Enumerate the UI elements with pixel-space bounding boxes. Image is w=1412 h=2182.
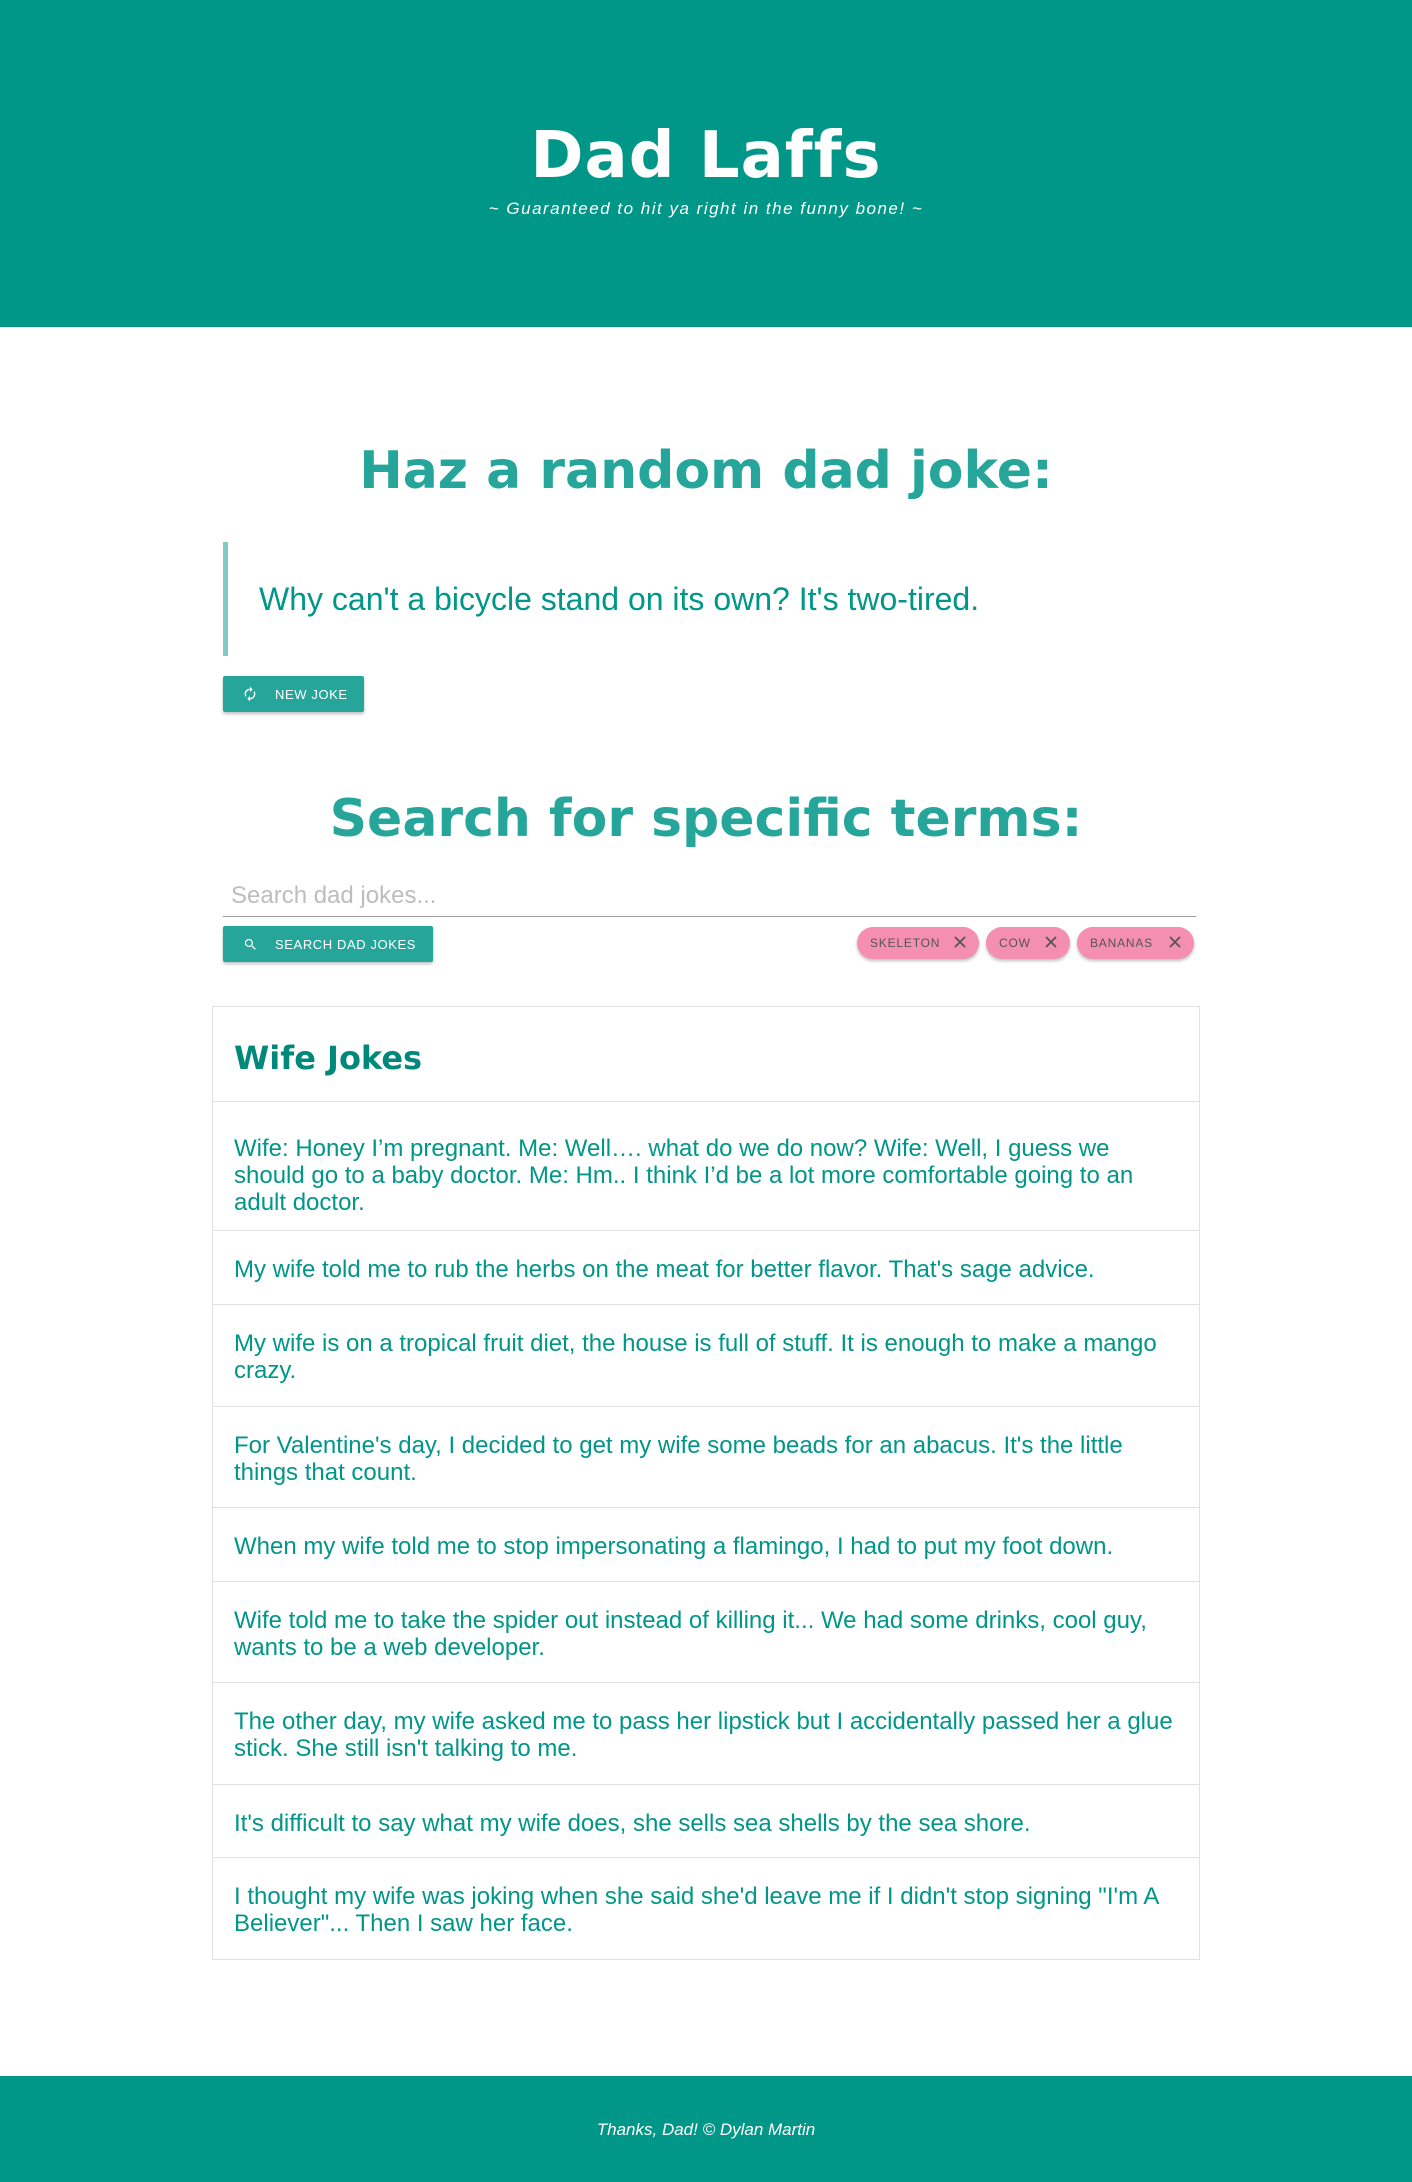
search-button-label: SEARCH DAD JOKES: [275, 936, 417, 952]
chip-cow: COW: [986, 927, 1070, 959]
results-header: Wife Jokes: [213, 1007, 1199, 1102]
close-icon[interactable]: [953, 935, 967, 949]
list-item: My wife told me to rub the herbs on the …: [213, 1231, 1199, 1305]
list-item: My wife is on a tropical fruit diet, the…: [213, 1305, 1199, 1407]
search-icon: [241, 935, 259, 953]
chip-skeleton: SKELETON: [857, 927, 979, 959]
site-header: Dad Laffs ~ Guaranteed to hit ya right i…: [0, 0, 1412, 327]
list-item: I thought my wife was joking when she sa…: [234, 1883, 1159, 1937]
new-joke-label: NEW JOKE: [275, 686, 348, 702]
new-joke-button[interactable]: NEW JOKE: [223, 676, 364, 712]
list-item: When my wife told me to stop impersonati…: [213, 1508, 1199, 1582]
site-footer: Thanks, Dad! © Dylan Martin: [0, 2076, 1412, 2182]
random-joke-quote: Why can't a bicycle stand on its own? It…: [223, 542, 1196, 656]
refresh-icon: [241, 685, 259, 703]
random-joke-heading: Haz a random dad joke:: [359, 441, 1053, 501]
list-item: The other day, my wife asked me to pass …: [213, 1683, 1199, 1785]
chip-bananas: BANANAS: [1077, 927, 1194, 959]
search-heading: Search for specific terms:: [329, 789, 1083, 849]
list-item: For Valentine's day, I decided to get my…: [213, 1407, 1199, 1508]
chip-label: BANANAS: [1090, 936, 1153, 950]
results-title: Wife Jokes: [234, 1039, 423, 1077]
site-tagline: ~ Guaranteed to hit ya right in the funn…: [488, 199, 924, 218]
chip-label: COW: [999, 936, 1031, 950]
footer-text: Thanks, Dad! © Dylan Martin: [596, 2120, 816, 2139]
random-joke-text: Why can't a bicycle stand on its own? It…: [259, 581, 980, 617]
close-icon[interactable]: [1168, 935, 1182, 949]
list-item: It's difficult to say what my wife does,…: [213, 1785, 1199, 1858]
search-input[interactable]: [223, 875, 1196, 917]
chip-label: SKELETON: [870, 936, 941, 950]
site-title: Dad Laffs: [530, 119, 882, 193]
search-button[interactable]: SEARCH DAD JOKES: [223, 926, 433, 962]
list-item: Wife: Honey I’m pregnant. Me: Well…. wha…: [213, 1102, 1199, 1231]
list-item: Wife told me to take the spider out inst…: [213, 1582, 1199, 1683]
results-card: Wife Jokes Wife: Honey I’m pregnant. Me:…: [212, 1006, 1200, 1960]
close-icon[interactable]: [1044, 935, 1058, 949]
